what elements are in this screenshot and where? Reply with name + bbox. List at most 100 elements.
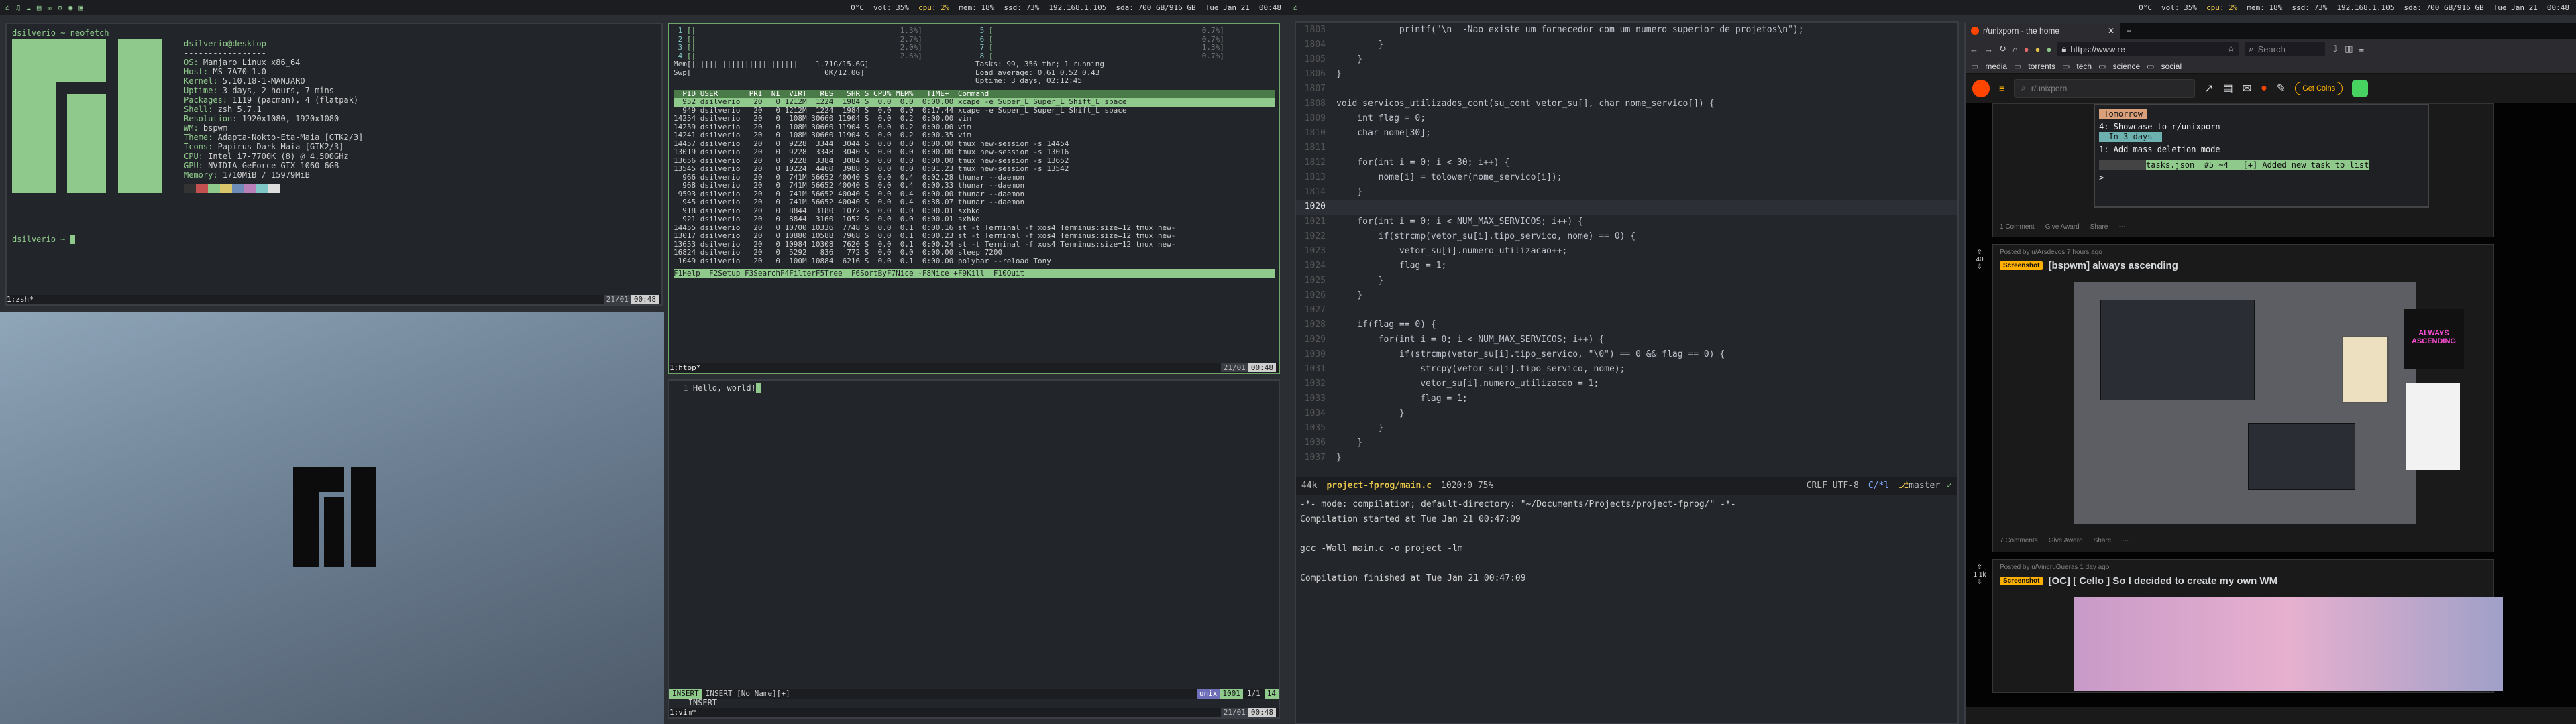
window-icon[interactable]: ▣ — [78, 3, 83, 12]
post-flair[interactable]: Screenshot — [2000, 577, 2043, 585]
code-line[interactable]: 1810 char nome[30]; — [1296, 126, 1957, 141]
reddit-search[interactable]: ⌕ r/unixporn — [2014, 78, 2196, 98]
code-line[interactable]: 1803 printf("\n -Nao existe um fornecedo… — [1296, 23, 1957, 38]
firefox-window[interactable]: r/unixporn - the home ✕ + ← → ↻ ⌂ ● ● ● … — [1964, 23, 2576, 724]
code-line[interactable]: 1811 — [1296, 141, 1957, 156]
emacs-window[interactable]: 1803 printf("\n -Nao existe um fornecedo… — [1295, 21, 1959, 724]
library-icon[interactable]: ▥ — [2345, 44, 2353, 54]
process-row[interactable]: 1049 dsilverio 20 0 100M 10884 6216 S 0.… — [674, 257, 1275, 266]
code-line[interactable]: 1033 flag = 1; — [1296, 391, 1957, 406]
code-line[interactable]: 1806} — [1296, 67, 1957, 82]
process-row[interactable]: 14241 dsilverio 20 0 108M 30660 11904 S … — [674, 131, 1275, 140]
compilation-buffer[interactable]: -*- mode: compilation; default-directory… — [1300, 497, 1953, 586]
code-line[interactable]: 1805 } — [1296, 52, 1957, 67]
code-line[interactable]: 1026 } — [1296, 288, 1957, 303]
process-row[interactable]: 921 dsilverio 20 0 8844 3160 1052 S 0.0 … — [674, 215, 1275, 224]
close-tab-icon[interactable]: ✕ — [2108, 26, 2114, 36]
new-tab-button[interactable]: + — [2120, 26, 2138, 36]
code-line[interactable]: 1025 } — [1296, 274, 1957, 288]
comments-button[interactable]: 1 Comment — [2000, 223, 2035, 231]
bookmark-social[interactable]: social — [2161, 62, 2182, 71]
process-row[interactable]: 16824 dsilverio 20 0 5292 836 772 S 0.0 … — [674, 249, 1275, 257]
post-title[interactable]: [bspwm] always ascending — [2048, 260, 2178, 272]
mail-icon[interactable]: ✉ — [48, 3, 52, 12]
code-line[interactable]: 1804 } — [1296, 38, 1957, 52]
menu-toggle-icon[interactable]: ≡ — [1999, 83, 2004, 94]
volume-stat[interactable]: vol: 35% — [2161, 3, 2197, 12]
vote-column[interactable]: ⇧ 40 ⇩ — [1970, 249, 1989, 271]
post-image[interactable]: ALWAYS ASCENDING — [2074, 282, 2464, 524]
extension-icon[interactable]: ● — [2046, 44, 2051, 54]
back-icon[interactable]: ← — [1970, 44, 1978, 54]
chart-icon[interactable]: ▤ — [2223, 82, 2233, 95]
extension-icon[interactable]: ● — [2035, 44, 2041, 54]
files-icon[interactable]: ▤ — [37, 3, 42, 12]
post-flair[interactable]: Screenshot — [2000, 261, 2043, 270]
post-card[interactable]: ⇧ 1.1k ⇩ Posted by u/VincruGueras 1 day ag… — [1974, 559, 2503, 693]
process-row[interactable]: 966 dsilverio 20 0 741M 56652 40040 S 0.… — [674, 174, 1275, 182]
code-line[interactable]: 1021 for(int i = 0; i < NUM_MAX_SERVICOS… — [1296, 215, 1957, 229]
share-button[interactable]: Share — [2090, 223, 2108, 231]
code-line[interactable]: 1029 for(int i = 0; i < NUM_MAX_SERVICOS… — [1296, 333, 1957, 347]
workspace-icons-2[interactable]: ⌂ — [1288, 3, 1298, 12]
settings-icon[interactable]: ⚙ — [58, 3, 62, 12]
workspace-icons[interactable]: ⌂ ♫ ☁ ▤ ✉ ⚙ ◉ ▣ — [0, 3, 83, 12]
bookmark-media[interactable]: media — [1985, 62, 2007, 71]
bookmark-torrents[interactable]: torrents — [2028, 62, 2055, 71]
process-row[interactable]: 14455 dsilverio 20 0 10700 10336 7748 S … — [674, 224, 1275, 233]
tab-reddit[interactable]: r/unixporn - the home ✕ — [1966, 23, 2120, 39]
vim-text[interactable]: Hello, world! — [693, 383, 756, 393]
post-card[interactable]: Tomorrow 4: Showcase to r/unixporn In 3 … — [1992, 103, 2494, 237]
process-row[interactable]: 952 dsilverio 20 0 1212M 1224 1984 S 0.0… — [674, 98, 1275, 107]
menu-icon[interactable]: ≡ — [2359, 44, 2365, 54]
vote-column[interactable]: ⇧ 1.1k ⇩ — [1970, 564, 1989, 586]
music-icon[interactable]: ♫ — [16, 3, 21, 12]
process-list[interactable]: 952 dsilverio 20 0 1212M 1224 1984 S 0.0… — [674, 98, 1275, 265]
code-line[interactable]: 1020 — [1296, 200, 1957, 215]
process-row[interactable]: 968 dsilverio 20 0 741M 56652 40040 S 0.… — [674, 182, 1275, 190]
give-award-button[interactable]: Give Award — [2045, 223, 2080, 231]
trending-icon[interactable]: ↗ — [2204, 82, 2213, 95]
comments-button[interactable]: 7 Comments — [2000, 537, 2038, 544]
code-line[interactable]: 1032 vetor_su[i].numero_utilizacao = 1; — [1296, 377, 1957, 391]
chat-icon[interactable]: ✉ — [2243, 82, 2251, 95]
code-line[interactable]: 1808 void servicos_utilizados_cont(su_con… — [1296, 97, 1957, 111]
process-header[interactable]: PID USER PRI NI VIRT RES SHR S CPU% MEM%… — [674, 89, 1275, 98]
code-line[interactable]: 1035 } — [1296, 421, 1957, 436]
process-row[interactable]: 13019 dsilverio 20 0 9228 3348 3040 S 0.… — [674, 148, 1275, 157]
home-icon[interactable]: ⌂ — [5, 3, 10, 12]
process-row[interactable]: 949 dsilverio 20 0 1212M 1224 1984 S 0.0… — [674, 107, 1275, 115]
code-line[interactable]: 1814 } — [1296, 185, 1957, 200]
more-icon[interactable]: ⋯ — [2118, 223, 2125, 231]
bookmark-star-icon[interactable]: ☆ — [2227, 44, 2235, 54]
forward-icon[interactable]: → — [1984, 44, 1993, 54]
code-line[interactable]: 1809 int flag = 0; — [1296, 111, 1957, 126]
process-row[interactable]: 14457 dsilverio 20 0 9228 3344 3044 S 0.… — [674, 140, 1275, 149]
url-bar[interactable]: 🔒︎ https://www.re ☆ — [2057, 42, 2239, 56]
process-row[interactable]: 918 dsilverio 20 0 8844 3180 1072 S 0.0 … — [674, 207, 1275, 216]
circle-icon[interactable]: ◉ — [68, 3, 73, 12]
code-line[interactable]: 1027 — [1296, 303, 1957, 318]
share-button[interactable]: Share — [2094, 537, 2112, 544]
htop-terminal[interactable]: 1 [| 1.3%] 2 [| 2.7%] 3 [| 2.0%] 4 [| 2.… — [668, 23, 1280, 374]
avatar[interactable] — [2352, 80, 2369, 97]
code-line[interactable]: 1034 } — [1296, 406, 1957, 421]
more-icon[interactable]: ⋯ — [2122, 537, 2129, 544]
process-row[interactable]: 13656 dsilverio 20 0 9228 3384 3084 S 0.… — [674, 157, 1275, 166]
give-award-button[interactable]: Give Award — [2049, 537, 2083, 544]
code-line[interactable]: 1031 strcpy(vetor_su[i].tipo_servico, no… — [1296, 362, 1957, 377]
code-line[interactable]: 1037} — [1296, 450, 1957, 465]
downloads-icon[interactable]: ⇩ — [2331, 44, 2339, 54]
cloud-icon[interactable]: ☁ — [26, 3, 31, 12]
pencil-icon[interactable]: ✎ — [2277, 82, 2286, 95]
search-box[interactable]: ⌕ Search — [2245, 42, 2326, 56]
post-image[interactable] — [2074, 597, 2503, 691]
vim-terminal[interactable]: 1 Hello, world! INSERT INSERT [No Name][… — [668, 379, 1280, 719]
code-line[interactable]: 1022 if(strcmp(vetor_su[i].tipo_servico,… — [1296, 229, 1957, 244]
process-row[interactable]: 13653 dsilverio 20 0 10984 10308 7620 S … — [674, 241, 1275, 249]
bookmark-science[interactable]: science — [2112, 62, 2140, 71]
process-row[interactable]: 14259 dsilverio 20 0 108M 30660 11904 S … — [674, 123, 1275, 132]
neofetch-terminal[interactable]: dsilverio ~ neofetch dsilverio@desktop -… — [5, 23, 663, 306]
coin-icon[interactable]: ● — [2261, 82, 2267, 95]
volume-stat[interactable]: vol: 35% — [873, 3, 909, 12]
